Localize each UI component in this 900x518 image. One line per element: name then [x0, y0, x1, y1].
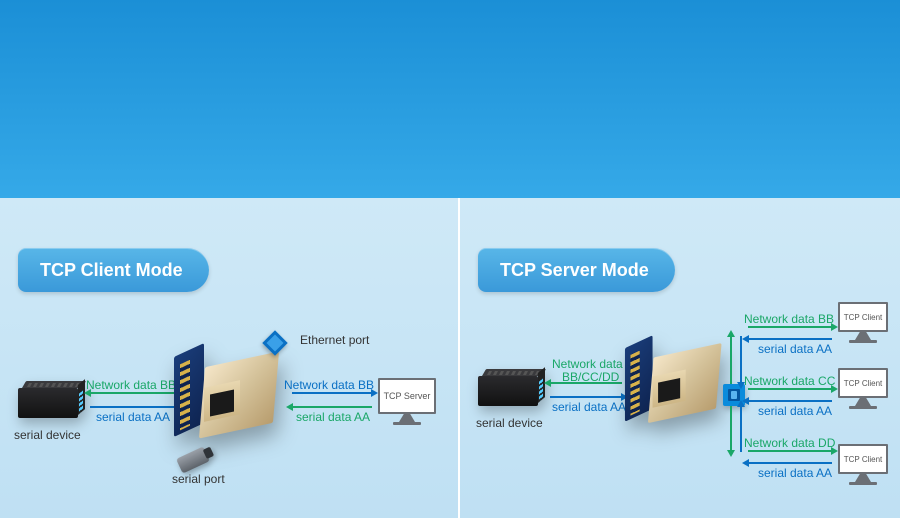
tcp-server-monitor-label: TCP Server: [384, 391, 431, 401]
tcp-client-2-label: TCP Client: [844, 379, 883, 388]
ser-c1-label: serial data AA: [758, 342, 832, 356]
net-multi-label-1: Network data: [552, 357, 623, 371]
ethernet-port-label: Ethernet port: [300, 333, 369, 347]
tcp-client-1-label: TCP Client: [844, 313, 883, 322]
vline-dn-green: [730, 406, 732, 452]
net-c1-label: Network data BB: [744, 312, 834, 326]
rj45-module-icon-r: [643, 351, 720, 417]
serial-port-label: serial port: [172, 472, 225, 486]
net-data-right-label: Network data BB: [284, 378, 374, 392]
ser-multi-label: serial data AA: [552, 400, 626, 414]
ser-data-right-label: serial data AA: [296, 410, 370, 424]
ser-c3-label: serial data AA: [758, 466, 832, 480]
mode-tab-client-label: TCP Client Mode: [40, 260, 183, 281]
net-data-left-label: Network data BB: [86, 378, 176, 392]
vhead-dn-green: [727, 450, 735, 457]
vline-dn-blue: [740, 406, 742, 452]
serial-device-icon: [18, 388, 78, 418]
vline-up-blue: [740, 336, 742, 384]
mode-tab-client: TCP Client Mode: [18, 248, 209, 292]
tcp-client-monitor-3: TCP Client: [838, 444, 888, 484]
mode-tab-server: TCP Server Mode: [478, 248, 675, 292]
ser-c2-label: serial data AA: [758, 404, 832, 418]
net-multi-label-2: BB/CC/DD: [562, 370, 619, 384]
tcp-client-monitor-1: TCP Client: [838, 302, 888, 342]
vhead-up-green: [727, 330, 735, 337]
tcp-client-3-label: TCP Client: [844, 455, 883, 464]
serial-device-icon-r: [478, 376, 538, 406]
serial-device-label: serial device: [14, 428, 81, 442]
hero-band: [0, 0, 900, 198]
vline-up-green: [730, 336, 732, 384]
serial-device-label-r: serial device: [476, 416, 543, 430]
net-c2-label: Network data CC: [744, 374, 835, 388]
panel-divider: [458, 198, 460, 518]
tcp-server-monitor-icon: TCP Server: [378, 378, 436, 426]
rj45-module-icon: [194, 360, 278, 432]
mode-tab-server-label: TCP Server Mode: [500, 260, 649, 281]
ser-data-left-label: serial data AA: [96, 410, 170, 424]
net-c3-label: Network data DD: [744, 436, 835, 450]
tcp-client-monitor-2: TCP Client: [838, 368, 888, 408]
